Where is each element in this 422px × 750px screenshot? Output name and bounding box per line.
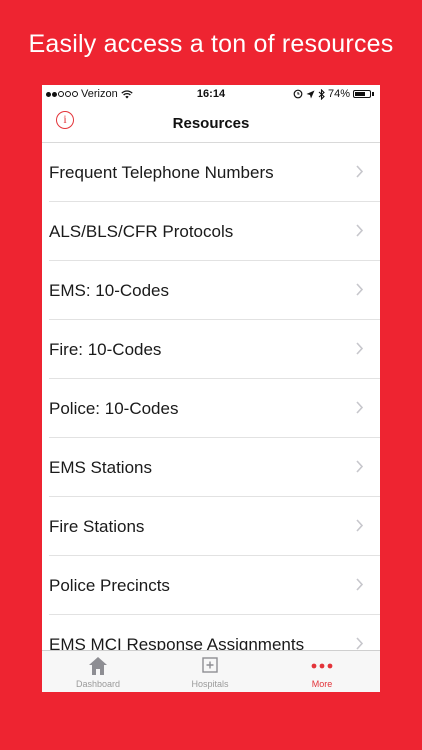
battery-tip [372, 92, 374, 96]
chevron-right-icon [356, 165, 364, 178]
battery-icon [353, 90, 371, 98]
list-item[interactable]: Frequent Telephone Numbers [49, 143, 380, 202]
more-dots-icon [311, 663, 333, 669]
tab-label: Hospitals [191, 679, 229, 689]
list-item-label: ALS/BLS/CFR Protocols [49, 222, 234, 241]
tab-bar: Dashboard Hospitals More [42, 650, 380, 692]
tab-hospitals[interactable]: Hospitals [154, 655, 266, 689]
list-item[interactable]: Police Precincts [49, 556, 380, 615]
list-item[interactable]: EMS: 10-Codes [49, 261, 380, 320]
list-item-label: Fire: 10-Codes [49, 340, 162, 359]
nav-bar: i Resources [42, 103, 380, 143]
list-item[interactable]: Police: 10-Codes [49, 379, 380, 438]
tab-dashboard[interactable]: Dashboard [42, 655, 154, 689]
list-item[interactable]: Fire Stations [49, 497, 380, 556]
location-arrow-icon [306, 90, 315, 98]
phone-screen: Verizon 16:14 74% i Resources Frequent T… [42, 85, 380, 692]
promo-headline: Easily access a ton of resources [28, 30, 394, 58]
tab-label: More [311, 679, 333, 689]
list-item-label: Frequent Telephone Numbers [49, 163, 274, 182]
list-item-label: Fire Stations [49, 517, 145, 536]
chevron-right-icon [356, 637, 364, 650]
battery-percent: 74% [327, 88, 350, 100]
chevron-right-icon [356, 578, 364, 591]
list-item[interactable]: EMS Stations [49, 438, 380, 497]
tab-more[interactable]: More [266, 655, 378, 689]
alarm-icon [293, 89, 303, 99]
chevron-right-icon [356, 283, 364, 296]
list-item[interactable]: Fire: 10-Codes [49, 320, 380, 379]
bluetooth-icon [318, 88, 325, 100]
list-item-label: Police: 10-Codes [49, 399, 179, 418]
resource-list: Frequent Telephone Numbers ALS/BLS/CFR P… [42, 143, 380, 674]
list-item-label: EMS Stations [49, 458, 152, 477]
status-bar: Verizon 16:14 74% [42, 85, 380, 103]
list-item-label: EMS: 10-Codes [49, 281, 169, 300]
list-item[interactable]: ALS/BLS/CFR Protocols [49, 202, 380, 261]
list-item-label: Police Precincts [49, 576, 170, 595]
chevron-right-icon [356, 224, 364, 237]
house-icon [89, 657, 107, 675]
chevron-right-icon [356, 460, 364, 473]
page-title: Resources [172, 115, 250, 132]
tab-label: Dashboard [75, 679, 121, 689]
chevron-right-icon [356, 401, 364, 414]
hospital-plus-icon [202, 657, 218, 673]
chevron-right-icon [356, 519, 364, 532]
chevron-right-icon [356, 342, 364, 355]
status-right: 74% [293, 88, 374, 100]
